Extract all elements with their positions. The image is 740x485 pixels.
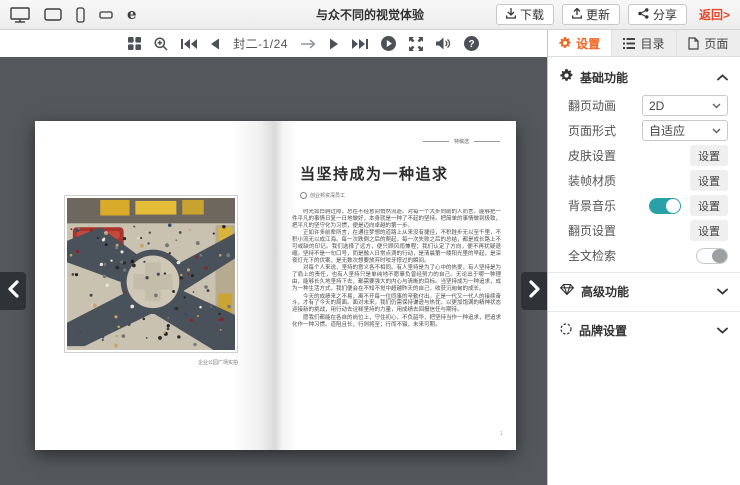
chevron-right-icon: [529, 280, 540, 303]
divider: [548, 272, 740, 273]
setting-row-flip-animation: 翻页动画 2D: [560, 93, 728, 118]
page-indicator[interactable]: 封二-1/24: [233, 35, 288, 52]
goto-arrow-icon[interactable]: [301, 39, 316, 49]
book-stage: 企业公园广场实拍 特稿选 当坚持成为一种追求 创业邦资深员工 时光如白驹过隙，总…: [0, 57, 547, 485]
section-advanced-functions[interactable]: 高级功能: [560, 275, 728, 307]
flip-animation-select[interactable]: 2D: [642, 95, 728, 116]
phone-icon[interactable]: [76, 7, 85, 23]
chevron-down-icon: [717, 327, 728, 334]
settings-sidebar: 设置 目录 页面 基础功能 翻页动画 2D 页面形式: [547, 30, 740, 485]
article-paragraph: 愿我们都能在各自的岗位上，守住初心，不负韶华，把坚持当作一种追求，把追求化作一种…: [292, 315, 501, 329]
brand-icon: [560, 323, 572, 338]
article-paragraph: 今天的成绩来之不易，离不开每一位同事的辛勤付出。正是一代又一代人的接续奋斗，才有…: [292, 294, 501, 314]
prev-spread-button[interactable]: [0, 272, 26, 310]
article-paragraph: 对每个人来说，坚持的意义各不相同。有人坚持是为了心中的热爱，有人坚持是为了肩上的…: [292, 265, 501, 292]
tab-settings[interactable]: 设置: [548, 30, 612, 56]
background-music-settings-button[interactable]: 设置: [690, 195, 728, 216]
setting-row-page-mode: 页面形式 自适应: [560, 118, 728, 143]
article-paragraph: 时光如白驹过隙，总在不经意间悄然流逝。对每一个大步向前的人而言，能够把一件平凡的…: [292, 209, 501, 229]
fullscreen-icon[interactable]: [409, 37, 423, 51]
section-label: 特稿选: [423, 138, 500, 145]
skin-settings-button[interactable]: 设置: [690, 145, 728, 166]
article-title: 当坚持成为一种追求: [300, 163, 449, 184]
list-icon: [623, 38, 635, 49]
binding-material-settings-button[interactable]: 设置: [690, 170, 728, 191]
first-page-icon[interactable]: [181, 38, 197, 50]
setting-row-background-music: 背景音乐 设置: [560, 193, 728, 218]
page-number: 1: [500, 431, 503, 437]
gear-icon: [559, 37, 571, 49]
chevron-down-icon: [717, 288, 728, 295]
last-page-icon[interactable]: [352, 38, 368, 50]
book-page-right[interactable]: 特稿选 当坚持成为一种追求 创业邦资深员工 时光如白驹过隙，总在不经意间悄然流逝…: [275, 121, 516, 450]
mini-device-icon[interactable]: [99, 11, 113, 19]
setting-row-fulltext-search: 全文检索: [560, 243, 728, 268]
thumbnails-icon[interactable]: [128, 37, 141, 50]
diamond-icon: [560, 284, 574, 298]
gear-icon: [560, 69, 573, 85]
browser-e-icon[interactable]: e: [127, 7, 137, 22]
setting-row-binding-material: 装帧材质 设置: [560, 168, 728, 193]
setting-row-skin: 皮肤设置 设置: [560, 143, 728, 168]
share-icon: [638, 8, 649, 22]
next-spread-button[interactable]: [521, 272, 547, 310]
page-icon: [688, 37, 699, 50]
article-body: 时光如白驹过隙，总在不经意间悄然流逝。对每一个大步向前的人而言，能够把一件平凡的…: [292, 209, 501, 426]
upload-icon: [572, 8, 582, 22]
viewer-toolbar: 封二-1/24 ?: [0, 30, 547, 57]
download-icon: [506, 8, 516, 22]
section-brand-settings[interactable]: 品牌设置: [560, 314, 728, 346]
volume-icon[interactable]: [436, 37, 451, 50]
share-button[interactable]: 分享: [628, 4, 687, 25]
download-button[interactable]: 下载: [496, 4, 554, 25]
help-icon[interactable]: ?: [464, 36, 479, 51]
article-byline: 创业邦资深员工: [300, 192, 345, 199]
book-spread: 企业公园广场实拍 特稿选 当坚持成为一种追求 创业邦资深员工 时光如白驹过隙，总…: [35, 121, 516, 450]
back-link[interactable]: 返回>: [699, 6, 730, 23]
setting-row-flip-settings: 翻页设置 设置: [560, 218, 728, 243]
tab-catalog[interactable]: 目录: [612, 30, 676, 56]
tablet-icon[interactable]: [44, 8, 62, 21]
svg-text:?: ?: [468, 39, 474, 50]
byline-avatar-icon: [300, 192, 307, 199]
device-preview-switcher: e: [10, 7, 137, 23]
sidebar-tabs: 设置 目录 页面: [548, 30, 740, 57]
fulltext-search-toggle[interactable]: [696, 248, 728, 264]
zoom-in-icon[interactable]: [154, 37, 168, 51]
flip-settings-button[interactable]: 设置: [690, 220, 728, 241]
settings-panel: 基础功能 翻页动画 2D 页面形式 自适应 皮肤设置 设置 装帧材质 设置 背景…: [548, 57, 740, 485]
update-button[interactable]: 更新: [562, 4, 620, 25]
book-page-left[interactable]: 企业公园广场实拍: [35, 121, 275, 450]
background-music-toggle[interactable]: [649, 198, 681, 214]
section-basic-functions[interactable]: 基础功能: [560, 61, 728, 93]
chevron-up-icon: [717, 74, 728, 81]
divider: [548, 311, 740, 312]
tab-pages[interactable]: 页面: [677, 30, 740, 56]
chevron-left-icon: [8, 280, 19, 303]
page-mode-select[interactable]: 自适应: [642, 120, 728, 141]
next-page-icon[interactable]: [329, 38, 339, 50]
plaza-photo: [64, 195, 238, 353]
article-paragraph: 正如许多前辈所言，在通往梦想的道路上从来没有捷径，不积跬步无以至千里，不积小流无…: [292, 230, 501, 264]
top-bar: e 与众不同的视觉体验 下载 更新 分享 返回>: [0, 0, 740, 30]
prev-page-icon[interactable]: [210, 38, 220, 50]
photo-caption: 企业公园广场实拍: [64, 359, 238, 366]
desktop-icon[interactable]: [10, 7, 30, 23]
autoplay-icon[interactable]: [381, 36, 396, 51]
